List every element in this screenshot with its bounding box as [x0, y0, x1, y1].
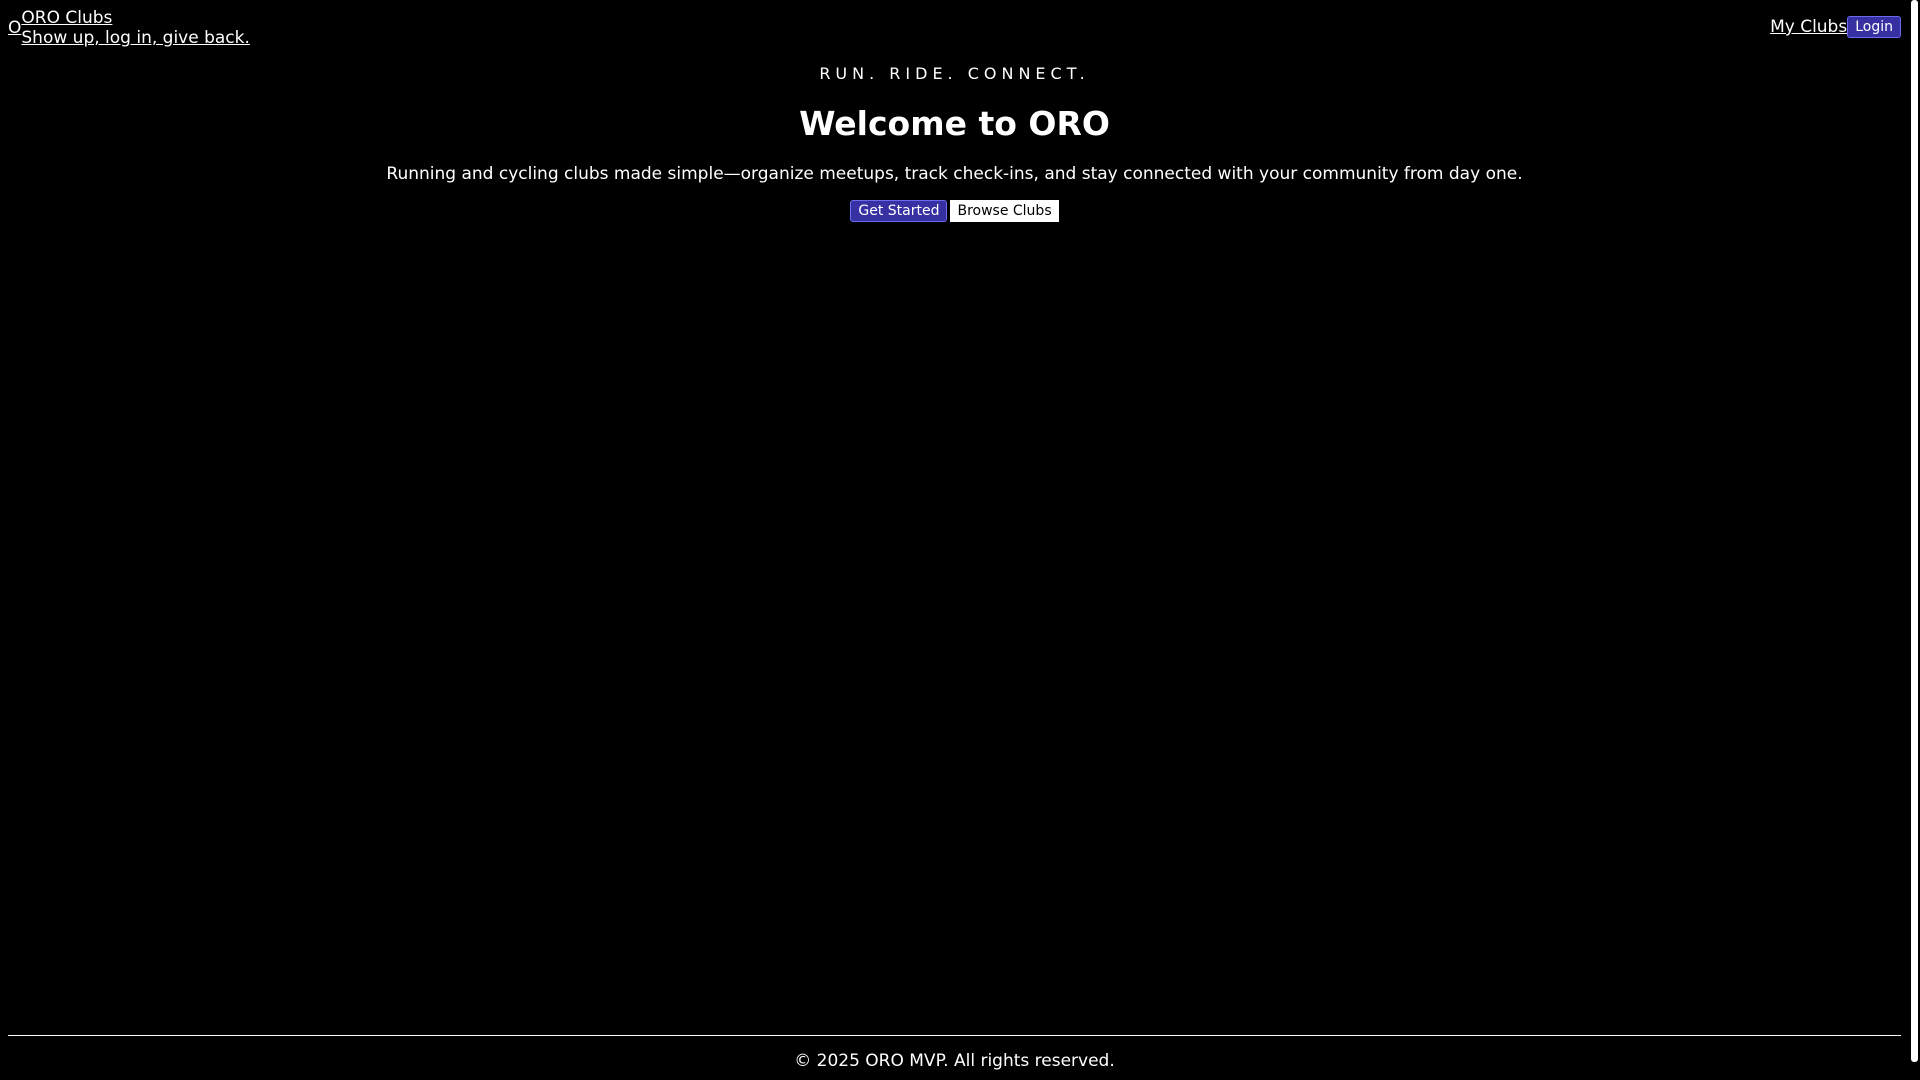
cta-group: Get Started Browse Clubs	[8, 200, 1901, 222]
scrollbar-thumb[interactable]	[1911, 0, 1918, 1062]
brand-text: ORO Clubs Show up, log in, give back.	[21, 8, 250, 48]
nav-my-clubs-link[interactable]: My Clubs	[1770, 16, 1847, 38]
brand-name: ORO Clubs	[21, 8, 113, 28]
header-nav: My Clubs Login	[1770, 16, 1901, 38]
hero-subtitle: Running and cycling clubs made simple—or…	[386, 164, 1523, 184]
brand-home-link[interactable]: O ORO Clubs Show up, log in, give back.	[8, 8, 250, 48]
get-started-button[interactable]: Get Started	[850, 200, 948, 222]
hero-section: RUN. RIDE. CONNECT. Welcome to ORO Runni…	[8, 60, 1901, 222]
footer-copyright: © 2025 ORO MVP. All rights reserved.	[794, 1051, 1115, 1071]
vertical-scrollbar[interactable]	[1909, 0, 1920, 1080]
site-footer: © 2025 ORO MVP. All rights reserved.	[8, 1035, 1901, 1080]
browse-clubs-button[interactable]: Browse Clubs	[950, 200, 1059, 222]
login-button[interactable]: Login	[1847, 16, 1901, 38]
page: O ORO Clubs Show up, log in, give back. …	[0, 0, 1920, 1080]
hero-tagline: RUN. RIDE. CONNECT.	[819, 64, 1090, 83]
brand-logo-mark: O	[8, 18, 22, 38]
page-title: Welcome to ORO	[799, 104, 1110, 143]
brand-tagline: Show up, log in, give back.	[21, 28, 250, 48]
site-header: O ORO Clubs Show up, log in, give back. …	[8, 0, 1901, 56]
